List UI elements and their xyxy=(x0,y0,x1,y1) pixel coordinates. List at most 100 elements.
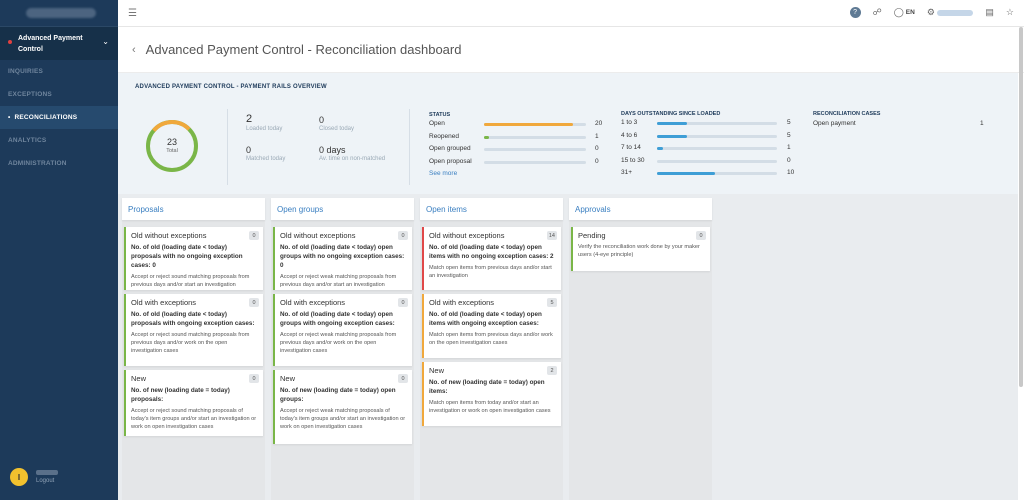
notes-icon[interactable]: ▤ xyxy=(985,7,994,18)
reconciliation-cases-title: RECONCILIATION CASES xyxy=(813,111,881,117)
card-old-with-exceptions[interactable]: Old with exceptions 5 No. of old (loadin… xyxy=(422,294,561,358)
card-subtitle: No. of old (loading date < today) propos… xyxy=(131,311,255,327)
total-value: 23 xyxy=(166,137,177,147)
back-chevron-icon[interactable]: ‹ xyxy=(132,44,136,56)
card-description: Verify the reconciliation work done by y… xyxy=(578,244,700,258)
overview-title: ADVANCED PAYMENT CONTROL - PAYMENT RAILS… xyxy=(135,84,327,90)
page-header: ‹ Advanced Payment Control - Reconciliat… xyxy=(118,27,1024,73)
sidebar-item-label: ADMINISTRATION xyxy=(8,160,67,167)
status-label: Open grouped xyxy=(429,145,471,152)
card-subtitle: No. of old (loading date < today) open i… xyxy=(429,311,542,327)
card-description: Accept or reject sound matching proposal… xyxy=(131,332,250,354)
overview-panel: ADVANCED PAYMENT CONTROL - PAYMENT RAILS… xyxy=(118,73,1018,194)
card-new[interactable]: New 2 No. of new (loading date = today) … xyxy=(422,362,561,426)
days-label: 7 to 14 xyxy=(621,144,641,151)
stat-value: 0 xyxy=(319,115,325,125)
days-bar xyxy=(657,172,777,175)
kanban-board: Proposals Old without exceptions 0 No. o… xyxy=(118,194,1018,500)
card-description: Match open items from previous days and/… xyxy=(429,265,552,279)
card-old-without-exceptions[interactable]: Old without exceptions 0 No. of old (loa… xyxy=(124,227,263,290)
status-count: 20 xyxy=(595,120,603,127)
sidebar-item-administration[interactable]: ADMINISTRATION xyxy=(0,152,118,175)
card-old-without-exceptions[interactable]: Old without exceptions 0 No. of old (loa… xyxy=(273,227,412,290)
days-row[interactable]: 1 to 3 5 xyxy=(621,119,801,131)
status-bar xyxy=(484,136,586,139)
star-icon[interactable]: ☆ xyxy=(1006,7,1014,18)
settings-icon: ⚙ xyxy=(926,7,935,17)
days-bar xyxy=(657,122,777,125)
sidebar-item-label: EXCEPTIONS xyxy=(8,91,52,98)
days-count: 0 xyxy=(787,157,791,164)
stat-value: 0 days xyxy=(319,145,346,155)
count-badge: 5 xyxy=(547,298,557,307)
column-title: Proposals xyxy=(122,198,265,220)
sidebar-item-reconciliations[interactable]: • RECONCILIATIONS xyxy=(0,106,118,129)
days-bar xyxy=(657,160,777,163)
card-title: New xyxy=(280,374,296,383)
card-pending[interactable]: Pending 0 Verify the reconciliation work… xyxy=(571,227,710,271)
card-old-with-exceptions[interactable]: Old with exceptions 0 No. of old (loadin… xyxy=(273,294,412,366)
days-count: 10 xyxy=(787,169,795,176)
card-subtitle: No. of new (loading date = today) open g… xyxy=(280,387,396,403)
sidebar-item-analytics[interactable]: ANALYTICS xyxy=(0,129,118,152)
avatar[interactable]: I xyxy=(10,468,28,486)
language-selector[interactable]: ◯ EN xyxy=(894,7,915,18)
stat-label: Matched today xyxy=(246,156,286,162)
card-title: Old with exceptions xyxy=(131,298,197,307)
count-badge: 0 xyxy=(249,231,259,240)
logout-link[interactable]: Logout xyxy=(36,478,58,484)
status-row-open-proposal[interactable]: Open proposal 0 xyxy=(429,158,609,170)
page-title: Advanced Payment Control - Reconciliatio… xyxy=(145,42,462,57)
days-row[interactable]: 7 to 14 1 xyxy=(621,144,801,156)
days-label: 31+ xyxy=(621,169,633,176)
days-bar xyxy=(657,135,777,138)
user-panel[interactable]: I Logout xyxy=(10,468,58,486)
stat-label: Closed today xyxy=(319,126,355,132)
help-icon[interactable]: ? xyxy=(849,7,861,18)
status-label: Open proposal xyxy=(429,158,472,165)
network-icon[interactable]: ☍ xyxy=(873,7,882,18)
sidebar-item-label: ANALYTICS xyxy=(8,137,47,144)
sidebar-item-inquiries[interactable]: INQUIRIES xyxy=(0,60,118,83)
days-row[interactable]: 4 to 6 5 xyxy=(621,132,801,144)
column-title: Open groups xyxy=(271,198,414,220)
card-title: New xyxy=(131,374,147,383)
card-subtitle: No. of old (loading date < today) propos… xyxy=(131,244,243,269)
column-title: Open items xyxy=(420,198,563,220)
chevron-down-icon[interactable]: ⌄ xyxy=(102,37,109,46)
card-old-without-exceptions[interactable]: Old without exceptions 14 No. of old (lo… xyxy=(422,227,561,290)
card-title: Old with exceptions xyxy=(280,298,346,307)
card-new[interactable]: New 0 No. of new (loading date = today) … xyxy=(273,370,412,444)
count-badge: 14 xyxy=(546,231,557,240)
hamburger-menu-icon[interactable]: ☰ xyxy=(128,8,137,19)
days-row[interactable]: 31+ 10 xyxy=(621,169,801,181)
status-row-open-grouped[interactable]: Open grouped 0 xyxy=(429,145,609,157)
user-name-redacted xyxy=(36,470,58,475)
days-row[interactable]: 15 to 30 0 xyxy=(621,157,801,169)
days-count: 5 xyxy=(787,132,791,139)
card-description: Match open items from today and/or start… xyxy=(429,400,551,414)
card-description: Match open items from previous days and/… xyxy=(429,332,553,346)
card-subtitle: No. of new (loading date = today) open i… xyxy=(429,379,545,395)
status-row-reopened[interactable]: Reopened 1 xyxy=(429,133,609,145)
user-menu[interactable]: ⚙ xyxy=(927,7,974,18)
module-label: Advanced Payment Control xyxy=(18,34,83,53)
count-badge: 0 xyxy=(696,231,706,240)
column-open-items: Open items Old without exceptions 14 No.… xyxy=(420,198,563,500)
stat-label: Loaded today xyxy=(246,126,283,132)
card-new[interactable]: New 0 No. of new (loading date = today) … xyxy=(124,370,263,436)
days-label: 1 to 3 xyxy=(621,119,638,126)
sidebar-module-selector[interactable]: Advanced Payment Control ⌄ xyxy=(0,26,118,60)
count-badge: 0 xyxy=(398,374,408,383)
card-title: Old without exceptions xyxy=(131,231,207,240)
sidebar-item-exceptions[interactable]: EXCEPTIONS xyxy=(0,83,118,106)
company-logo[interactable] xyxy=(0,0,118,26)
column-open-groups: Open groups Old without exceptions 0 No.… xyxy=(271,198,414,500)
page-scrollbar[interactable] xyxy=(1019,27,1023,387)
days-count: 1 xyxy=(787,144,791,151)
card-description: Accept or reject sound matching proposal… xyxy=(131,408,257,430)
see-more-link[interactable]: See more xyxy=(429,170,457,177)
open-payment-link[interactable]: Open payment xyxy=(813,120,856,127)
status-row-open[interactable]: Open 20 xyxy=(429,120,609,132)
card-old-with-exceptions[interactable]: Old with exceptions 0 No. of old (loadin… xyxy=(124,294,263,366)
